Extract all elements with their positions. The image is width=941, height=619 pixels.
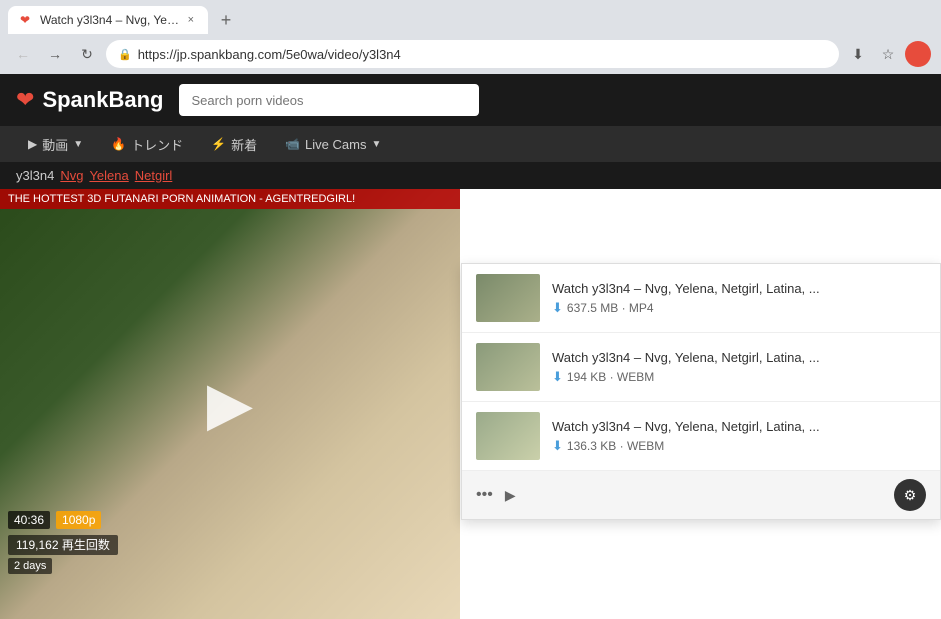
back-button[interactable]: ← xyxy=(10,41,36,67)
content-row: THE HOTTEST 3D FUTANARI PORN ANIMATION -… xyxy=(0,189,941,619)
nav-item-livecams[interactable]: 📹 Live Cams ▼ xyxy=(273,131,393,158)
search-input[interactable] xyxy=(179,84,479,116)
breadcrumb-nvg[interactable]: Nvg xyxy=(60,168,83,183)
tab-close-button[interactable]: × xyxy=(186,12,196,28)
url-text: https://jp.spankbang.com/5e0wa/video/y3l… xyxy=(138,47,827,62)
nav-item-douga[interactable]: ▶ 動画 ▼ xyxy=(16,129,95,160)
nav-label-new: 新着 xyxy=(231,135,257,154)
camera-icon: 📹 xyxy=(285,137,300,151)
breadcrumb-netgirl[interactable]: Netgirl xyxy=(135,168,173,183)
play-icon: ▶ xyxy=(28,137,37,151)
refresh-button[interactable]: ↻ xyxy=(74,41,100,67)
video-stats: 119,162 再生回数 xyxy=(8,536,118,554)
settings-button[interactable]: ⚙ xyxy=(894,479,926,511)
browser-chrome: ❤ Watch y3l3n4 – Nvg, Yelena, N… × + ← →… xyxy=(0,0,941,74)
logo[interactable]: ❤ SpankBang xyxy=(16,87,163,113)
dropdown-play-button[interactable]: ▶ xyxy=(505,487,516,504)
active-tab[interactable]: ❤ Watch y3l3n4 – Nvg, Yelena, N… × xyxy=(8,6,208,34)
new-tab-button[interactable]: + xyxy=(212,6,240,34)
download-icon-3: ⬇ xyxy=(552,438,563,454)
dropdown-footer: ••• ▶ ⚙ xyxy=(462,471,940,519)
download-title-2: Watch y3l3n4 – Nvg, Yelena, Netgirl, Lat… xyxy=(552,350,926,365)
download-size-1: ⬇ 637.5 MB · MP4 xyxy=(552,300,926,316)
download-thumb-3 xyxy=(476,412,540,460)
livecams-chevron-icon: ▼ xyxy=(371,139,381,150)
logo-heart-icon: ❤ xyxy=(16,87,34,113)
play-button[interactable]: ▶ xyxy=(207,369,253,439)
ad-banner: THE HOTTEST 3D FUTANARI PORN ANIMATION -… xyxy=(0,189,460,209)
fire-icon: 🔥 xyxy=(111,137,126,151)
video-meta: 40:36 1080p xyxy=(8,511,101,529)
breadcrumb-yelena[interactable]: Yelena xyxy=(89,168,128,183)
download-item-2[interactable]: Watch y3l3n4 – Nvg, Yelena, Netgirl, Lat… xyxy=(462,333,940,402)
download-item-3[interactable]: Watch y3l3n4 – Nvg, Yelena, Netgirl, Lat… xyxy=(462,402,940,471)
lock-icon: 🔒 xyxy=(118,48,132,61)
url-bar[interactable]: 🔒 https://jp.spankbang.com/5e0wa/video/y… xyxy=(106,40,839,68)
lightning-icon: ⚡ xyxy=(211,137,226,151)
video-player[interactable]: THE HOTTEST 3D FUTANARI PORN ANIMATION -… xyxy=(0,189,460,619)
nav-label-douga: 動画 xyxy=(42,135,68,154)
quality-badge: 1080p xyxy=(56,511,101,529)
nav-label-livecams: Live Cams xyxy=(305,137,366,152)
download-info-1: Watch y3l3n4 – Nvg, Yelena, Netgirl, Lat… xyxy=(552,281,926,316)
nav-bar: ▶ 動画 ▼ 🔥 トレンド ⚡ 新着 📹 Live Cams ▼ xyxy=(0,126,941,162)
duration-badge: 40:36 xyxy=(8,511,50,529)
nav-item-trend[interactable]: 🔥 トレンド xyxy=(99,129,195,160)
tab-bar: ❤ Watch y3l3n4 – Nvg, Yelena, N… × + xyxy=(0,0,941,34)
download-size-2: ⬇ 194 KB · WEBM xyxy=(552,369,926,385)
tab-favicon: ❤ xyxy=(20,13,34,27)
download-info-3: Watch y3l3n4 – Nvg, Yelena, Netgirl, Lat… xyxy=(552,419,926,454)
settings-icon: ⚙ xyxy=(904,487,917,504)
download-icon-1: ⬇ xyxy=(552,300,563,316)
chevron-down-icon: ▼ xyxy=(73,139,83,150)
profile-icon[interactable] xyxy=(905,41,931,67)
website: ❤ SpankBang ▶ 動画 ▼ 🔥 トレンド ⚡ 新着 📹 Live Ca… xyxy=(0,74,941,619)
download-dropdown: Watch y3l3n4 – Nvg, Yelena, Netgirl, Lat… xyxy=(461,263,941,520)
download-info-2: Watch y3l3n4 – Nvg, Yelena, Netgirl, Lat… xyxy=(552,350,926,385)
download-title-1: Watch y3l3n4 – Nvg, Yelena, Netgirl, Lat… xyxy=(552,281,926,296)
views-badge: 119,162 再生回数 xyxy=(8,535,118,555)
address-bar: ← → ↻ 🔒 https://jp.spankbang.com/5e0wa/v… xyxy=(0,34,941,74)
download-action-button[interactable]: ⬇ xyxy=(845,41,871,67)
download-thumb-1 xyxy=(476,274,540,322)
download-size-3: ⬇ 136.3 KB · WEBM xyxy=(552,438,926,454)
forward-button[interactable]: → xyxy=(42,41,68,67)
bookmark-button[interactable]: ☆ xyxy=(875,41,901,67)
dropdown-footer-left: ••• ▶ xyxy=(476,486,516,504)
nav-item-new[interactable]: ⚡ 新着 xyxy=(199,129,269,160)
browser-actions: ⬇ ☆ xyxy=(845,41,931,67)
nav-label-trend: トレンド xyxy=(131,135,183,154)
breadcrumb: y3l3n4 Nvg Yelena Netgirl xyxy=(0,162,941,189)
more-options-button[interactable]: ••• xyxy=(476,486,493,504)
download-thumb-2 xyxy=(476,343,540,391)
logo-text: SpankBang xyxy=(42,87,163,113)
download-icon-2: ⬇ xyxy=(552,369,563,385)
download-item-1[interactable]: Watch y3l3n4 – Nvg, Yelena, Netgirl, Lat… xyxy=(462,264,940,333)
site-header: ❤ SpankBang xyxy=(0,74,941,126)
breadcrumb-plain: y3l3n4 xyxy=(16,168,54,183)
tab-title: Watch y3l3n4 – Nvg, Yelena, N… xyxy=(40,13,180,27)
days-badge: 2 days xyxy=(8,558,52,574)
download-title-3: Watch y3l3n4 – Nvg, Yelena, Netgirl, Lat… xyxy=(552,419,926,434)
